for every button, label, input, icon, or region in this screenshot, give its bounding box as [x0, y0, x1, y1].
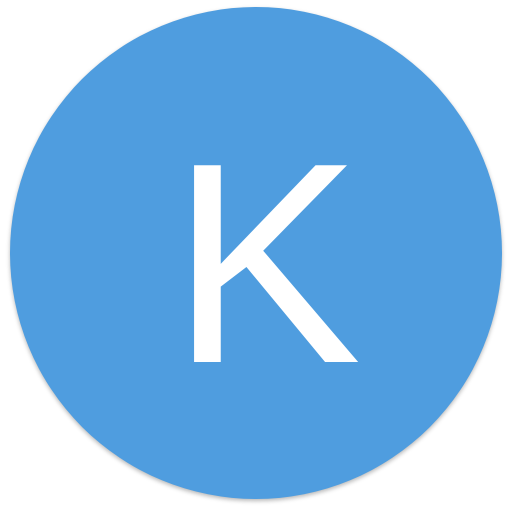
avatar: K [10, 7, 502, 499]
avatar-initial: K [170, 103, 362, 423]
